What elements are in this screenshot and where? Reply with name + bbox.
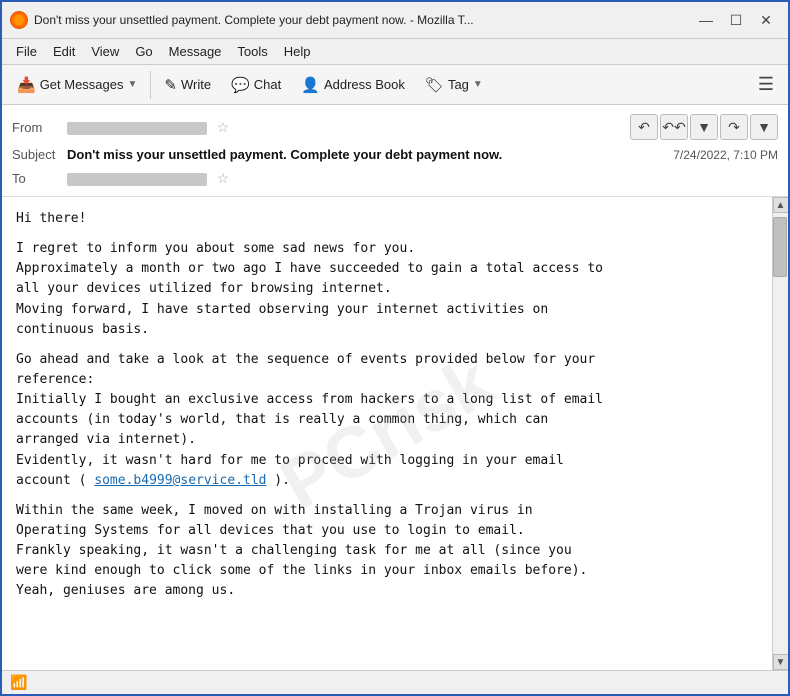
subject-row: Subject Don't miss your unsettled paymen…	[12, 143, 778, 166]
subject-label: Subject	[12, 147, 67, 162]
chat-icon: 💬	[231, 76, 250, 94]
address-book-icon: 👤	[301, 76, 320, 94]
write-button[interactable]: ✎ Write	[155, 71, 220, 99]
message-container: PCrisk Hi there! I regret to inform you …	[2, 197, 788, 670]
body-paragraph-3: Within the same week, I moved on with in…	[16, 501, 758, 602]
window-controls: — ☐ ✕	[692, 8, 780, 32]
from-value: ☆	[67, 119, 630, 136]
address-book-button[interactable]: 👤 Address Book	[292, 71, 414, 99]
close-button[interactable]: ✕	[752, 8, 780, 32]
titlebar: Don't miss your unsettled payment. Compl…	[2, 2, 788, 39]
toolbar: 📥 Get Messages ▼ ✎ Write 💬 Chat 👤 Addres…	[2, 65, 788, 105]
email-action-buttons: ↶ ↶↶ ▼ ↷ ▼	[630, 114, 778, 140]
chat-button[interactable]: 💬 Chat	[222, 71, 290, 99]
menu-help[interactable]: Help	[276, 41, 319, 62]
to-row: To ☆	[12, 166, 778, 190]
hamburger-menu-button[interactable]: ☰	[750, 70, 782, 99]
scroll-track[interactable]	[773, 213, 788, 654]
write-icon: ✎	[164, 76, 177, 94]
get-messages-button[interactable]: 📥 Get Messages ▼	[8, 71, 146, 99]
menubar: File Edit View Go Message Tools Help	[2, 39, 788, 65]
write-label: Write	[181, 77, 211, 92]
message-body[interactable]: PCrisk Hi there! I regret to inform you …	[2, 197, 772, 670]
address-book-label: Address Book	[324, 77, 405, 92]
redacted-email-link[interactable]: some.b4999@service.tld	[94, 473, 266, 488]
more-actions-button[interactable]: ▼	[750, 114, 778, 140]
scroll-up-arrow[interactable]: ▲	[773, 197, 789, 213]
menu-edit[interactable]: Edit	[45, 41, 83, 62]
scroll-down-arrow[interactable]: ▼	[773, 654, 789, 670]
toolbar-separator-1	[150, 71, 151, 99]
tag-button[interactable]: 🏷 Tag ▼	[416, 71, 492, 99]
from-star-icon[interactable]: ☆	[217, 119, 230, 135]
menu-go[interactable]: Go	[127, 41, 160, 62]
body-paragraph-1: I regret to inform you about some sad ne…	[16, 239, 758, 340]
tag-label: Tag	[448, 77, 469, 92]
reply-button[interactable]: ↶	[630, 114, 658, 140]
to-value: ☆	[67, 170, 778, 187]
body-paragraph-2: Go ahead and take a look at the sequence…	[16, 350, 758, 491]
window-title: Don't miss your unsettled payment. Compl…	[34, 13, 474, 27]
maximize-button[interactable]: ☐	[722, 8, 750, 32]
to-star-icon[interactable]: ☆	[217, 170, 230, 186]
reply-all-button[interactable]: ↶↶	[660, 114, 688, 140]
menu-view[interactable]: View	[83, 41, 127, 62]
minimize-button[interactable]: —	[692, 8, 720, 32]
nav-down-button[interactable]: ▼	[690, 114, 718, 140]
date-value: 7/24/2022, 7:10 PM	[673, 148, 778, 162]
from-redacted	[67, 122, 207, 135]
titlebar-left: Don't miss your unsettled payment. Compl…	[10, 11, 692, 29]
menu-file[interactable]: File	[8, 41, 45, 62]
get-messages-dropdown-icon[interactable]: ▼	[128, 79, 138, 90]
email-header: From ☆ ↶ ↶↶ ▼ ↷ ▼ Subject Don't miss you…	[2, 105, 788, 197]
to-redacted	[67, 173, 207, 186]
from-row: From ☆ ↶ ↶↶ ▼ ↷ ▼	[12, 111, 778, 143]
thunderbird-icon	[10, 11, 28, 29]
menu-message[interactable]: Message	[161, 41, 230, 62]
tag-icon: 🏷	[425, 76, 444, 94]
get-messages-label: Get Messages	[40, 77, 124, 92]
connection-status-icon: 📶	[10, 674, 27, 691]
subject-value: Don't miss your unsettled payment. Compl…	[67, 147, 663, 162]
menu-tools[interactable]: Tools	[229, 41, 275, 62]
to-label: To	[12, 171, 67, 186]
chat-label: Chat	[254, 77, 281, 92]
scrollbar[interactable]: ▲ ▼	[772, 197, 788, 670]
from-label: From	[12, 120, 67, 135]
tag-dropdown-icon[interactable]: ▼	[473, 79, 483, 90]
statusbar: 📶	[2, 670, 788, 694]
get-messages-icon: 📥	[17, 76, 36, 94]
body-greeting: Hi there!	[16, 209, 758, 229]
forward-button[interactable]: ↷	[720, 114, 748, 140]
scroll-thumb[interactable]	[773, 217, 787, 277]
